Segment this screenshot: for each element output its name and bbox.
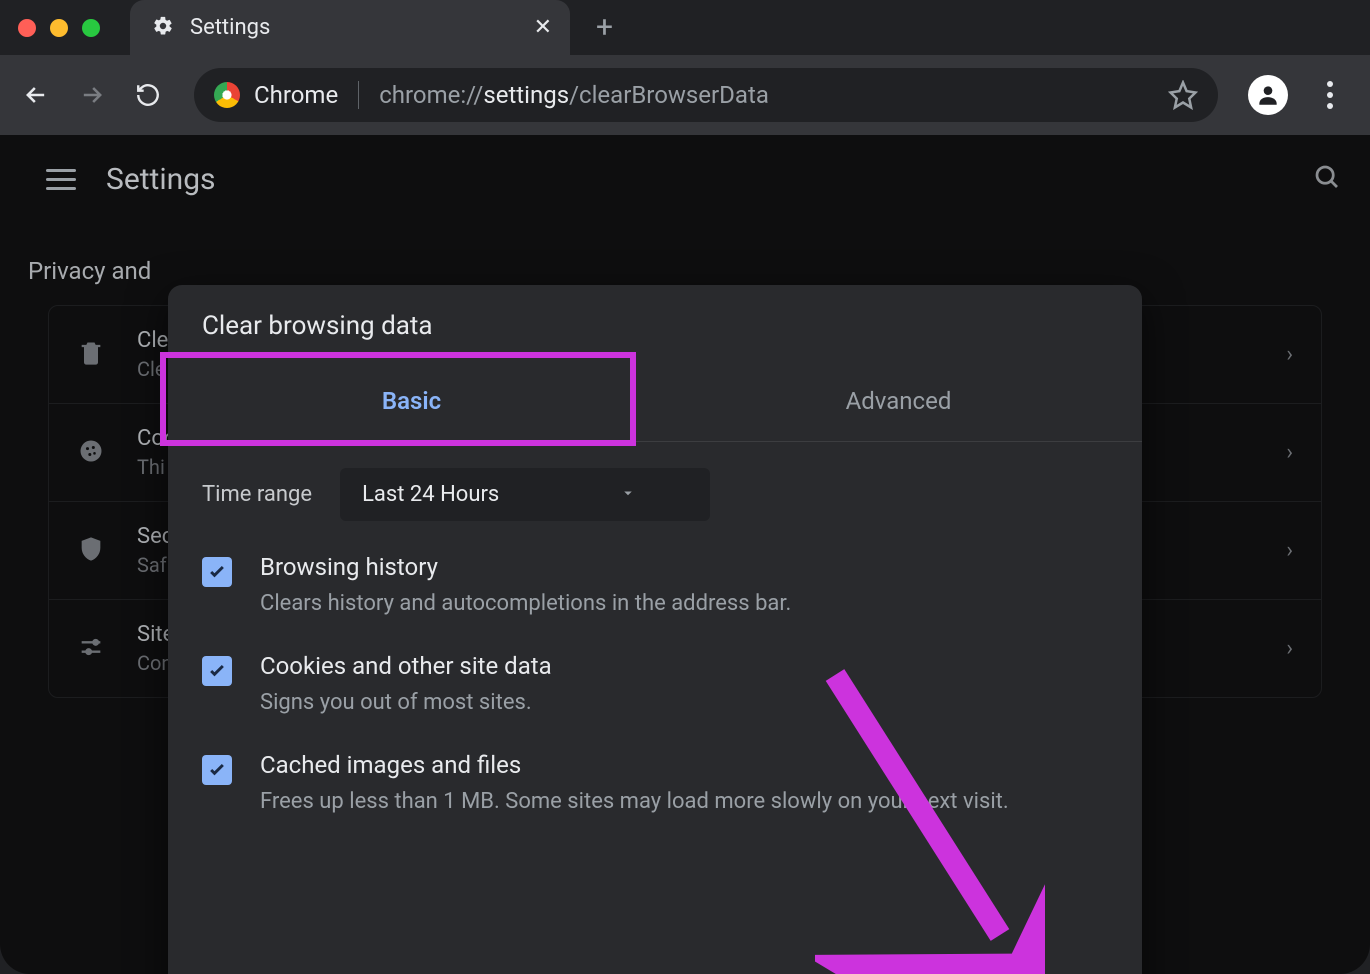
address-bar[interactable]: Chrome chrome://settings/clearBrowserDat… [194,68,1218,122]
tab-basic[interactable]: Basic [168,361,655,441]
tab-advanced[interactable]: Advanced [655,361,1142,441]
chevron-right-icon: › [1286,538,1293,563]
window-maximize-button[interactable] [82,19,100,37]
chrome-menu-button[interactable] [1310,81,1350,109]
option-subtitle: Signs you out of most sites. [260,686,1108,719]
settings-page: Settings Privacy and Cle Cle › Coo Thi › [0,135,1370,974]
option-cookies: Cookies and other site data Signs you ou… [202,620,1108,719]
time-range-select[interactable]: Last 24 Hours [340,468,710,521]
chevron-right-icon: › [1286,636,1293,661]
profile-button[interactable] [1248,75,1288,115]
time-range-value: Last 24 Hours [362,482,499,507]
time-range-row: Time range Last 24 Hours [202,468,1108,521]
omnibox-site-label: Chrome [254,81,338,109]
trash-icon [77,339,111,371]
url-path: /clearBrowserData [569,81,769,109]
close-icon[interactable]: ✕ [534,15,552,40]
time-range-label: Time range [202,482,312,507]
browser-toolbar: Chrome chrome://settings/clearBrowserDat… [0,55,1370,135]
option-subtitle: Frees up less than 1 MB. Some sites may … [260,785,1108,818]
option-title: Browsing history [260,553,1108,581]
url-scheme: chrome:// [379,81,483,109]
back-button[interactable] [12,71,60,119]
hamburger-menu-button[interactable] [46,169,76,190]
option-subtitle: Clears history and autocompletions in th… [260,587,1108,620]
sliders-icon [77,633,111,665]
url-host: settings [483,81,569,109]
chrome-logo-icon [214,82,240,108]
omnibox-separator [358,81,359,109]
option-title: Cookies and other site data [260,652,1108,680]
omnibox-url: chrome://settings/clearBrowserData [379,81,769,109]
option-title: Cached images and files [260,751,1108,779]
cookie-icon [77,437,111,469]
checkbox-cookies[interactable] [202,656,232,686]
dialog-body: Time range Last 24 Hours Browsing histor… [168,442,1142,818]
search-button[interactable] [1312,162,1342,196]
browser-tab[interactable]: Settings ✕ [130,0,570,55]
settings-header: Settings [0,135,1370,205]
window-titlebar: Settings ✕ + [0,0,1370,55]
checkbox-cache[interactable] [202,755,232,785]
gear-icon [152,15,174,41]
forward-button[interactable] [68,71,116,119]
clear-browsing-data-dialog: Clear browsing data Basic Advanced Time … [168,285,1142,974]
dialog-title: Clear browsing data [168,285,1142,341]
option-browsing-history: Browsing history Clears history and auto… [202,521,1108,620]
window-close-button[interactable] [18,19,36,37]
new-tab-button[interactable]: + [596,10,613,45]
option-cache: Cached images and files Frees up less th… [202,719,1108,818]
caret-down-icon [619,484,637,506]
reload-button[interactable] [124,71,172,119]
checkbox-browsing-history[interactable] [202,557,232,587]
tab-title: Settings [190,15,518,40]
traffic-lights [18,19,100,37]
chevron-right-icon: › [1286,440,1293,465]
chevron-right-icon: › [1286,342,1293,367]
shield-icon [77,535,111,567]
page-title: Settings [106,162,216,197]
dialog-tabs: Basic Advanced [168,361,1142,442]
bookmark-star-icon[interactable] [1168,80,1198,110]
window-minimize-button[interactable] [50,19,68,37]
